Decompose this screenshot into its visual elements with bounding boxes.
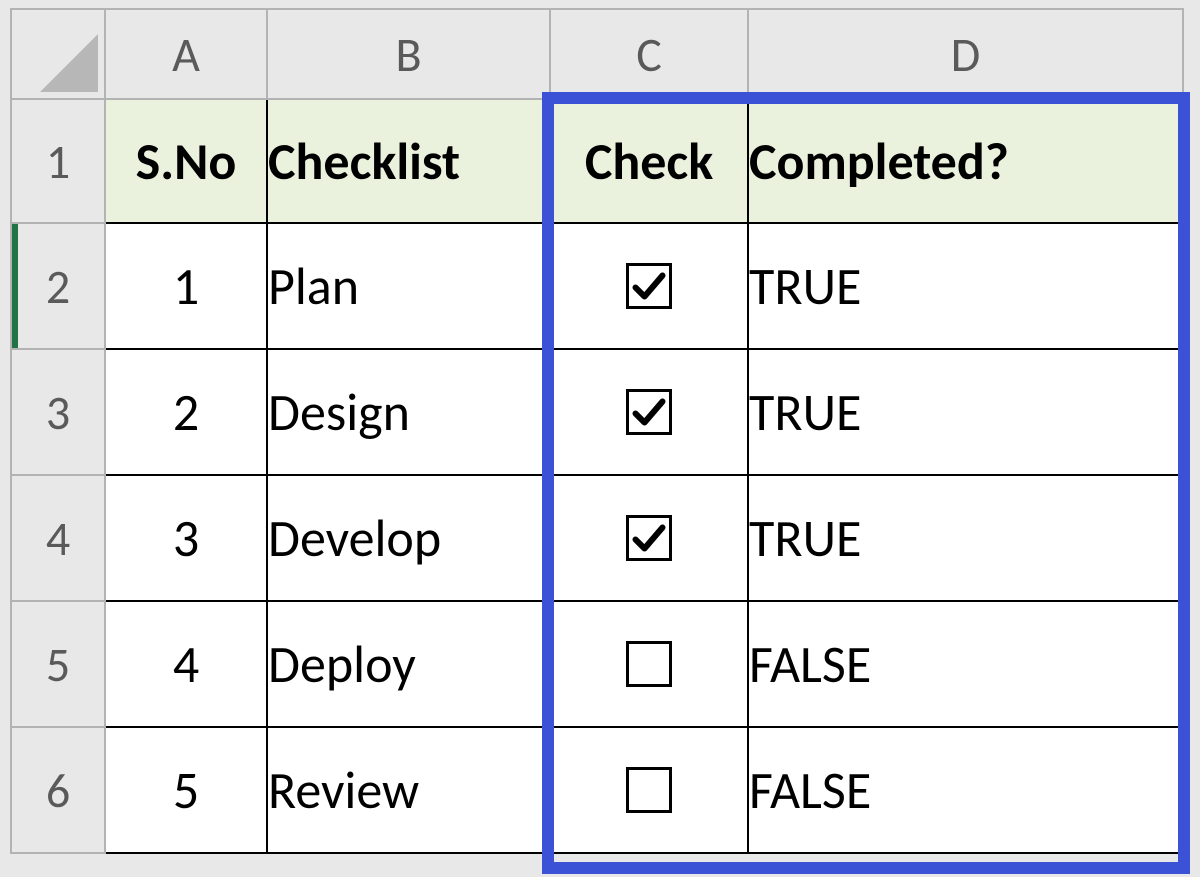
checkbox-wrap (551, 767, 747, 813)
cell-D5[interactable]: FALSE (748, 601, 1183, 727)
column-header-D[interactable]: D (748, 9, 1183, 99)
cell-D2[interactable]: TRUE (748, 223, 1183, 349)
cell-C5[interactable] (550, 601, 748, 727)
checkbox-wrap (551, 515, 747, 561)
table-row: 5 4 Deploy FALSE (11, 601, 1183, 727)
cell-B1[interactable]: Checklist (267, 99, 550, 223)
cell-B6[interactable]: Review (267, 727, 550, 853)
cell-C2[interactable] (550, 223, 748, 349)
cell-A6[interactable]: 5 (105, 727, 267, 853)
row-header-4[interactable]: 4 (11, 475, 105, 601)
row-header-2[interactable]: 2 (11, 223, 105, 349)
cell-B3[interactable]: Design (267, 349, 550, 475)
cell-D3[interactable]: TRUE (748, 349, 1183, 475)
column-header-C[interactable]: C (550, 9, 748, 99)
checkbox-wrap (551, 641, 747, 687)
table-row: 2 1 Plan TRUE (11, 223, 1183, 349)
checkbox-wrap (551, 389, 747, 435)
column-header-A[interactable]: A (105, 9, 267, 99)
cell-D4[interactable]: TRUE (748, 475, 1183, 601)
table-row: 6 5 Review FALSE (11, 727, 1183, 853)
cell-B4[interactable]: Develop (267, 475, 550, 601)
cell-D6[interactable]: FALSE (748, 727, 1183, 853)
cell-A4[interactable]: 3 (105, 475, 267, 601)
column-header-B[interactable]: B (267, 9, 550, 99)
check-icon (631, 394, 667, 430)
checkbox[interactable] (626, 389, 672, 435)
cell-C1[interactable]: Check (550, 99, 748, 223)
cell-C3[interactable] (550, 349, 748, 475)
cell-B2[interactable]: Plan (267, 223, 550, 349)
checkbox[interactable] (626, 641, 672, 687)
table-row: 1 S.No Checklist Check Completed? (11, 99, 1183, 223)
checkbox-wrap (551, 263, 747, 309)
row-header-6[interactable]: 6 (11, 727, 105, 853)
cell-C4[interactable] (550, 475, 748, 601)
row-header-5[interactable]: 5 (11, 601, 105, 727)
cell-A3[interactable]: 2 (105, 349, 267, 475)
table-row: 4 3 Develop TRUE (11, 475, 1183, 601)
row-header-3[interactable]: 3 (11, 349, 105, 475)
check-icon (631, 268, 667, 304)
spreadsheet-viewport: A B C D 1 S.No Checklist Check Completed… (0, 0, 1200, 877)
spreadsheet-grid: A B C D 1 S.No Checklist Check Completed… (10, 8, 1184, 854)
checkbox[interactable] (626, 515, 672, 561)
cell-A5[interactable]: 4 (105, 601, 267, 727)
checkbox[interactable] (626, 767, 672, 813)
select-all-triangle[interactable] (11, 9, 105, 99)
check-icon (631, 520, 667, 556)
cell-A1[interactable]: S.No (105, 99, 267, 223)
column-header-row: A B C D (11, 9, 1183, 99)
cell-D1[interactable]: Completed? (748, 99, 1183, 223)
table-row: 3 2 Design TRUE (11, 349, 1183, 475)
cell-C6[interactable] (550, 727, 748, 853)
row-header-1[interactable]: 1 (11, 99, 105, 223)
checkbox[interactable] (626, 263, 672, 309)
cell-A2[interactable]: 1 (105, 223, 267, 349)
cell-B5[interactable]: Deploy (267, 601, 550, 727)
